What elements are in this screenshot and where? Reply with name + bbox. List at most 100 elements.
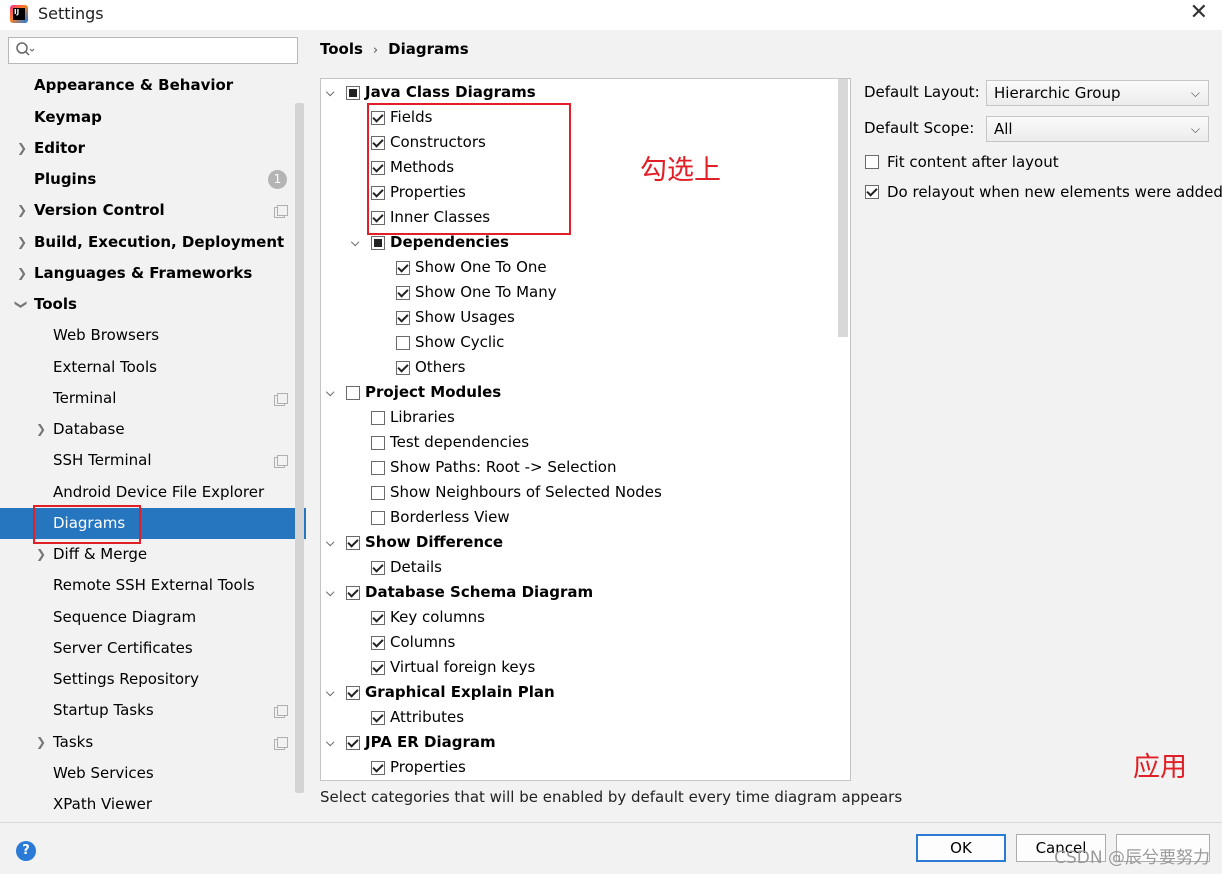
chevron-right-icon[interactable]: ❯ [36,414,46,445]
sidebar-item-android-device-file-explorer[interactable]: Android Device File Explorer [0,477,290,508]
search-input[interactable] [39,40,289,60]
chevron-down-icon: ⌵ [1190,86,1200,100]
tree-row-checkbox[interactable] [346,586,360,600]
tree-row-checkbox[interactable] [371,436,385,450]
tree-row[interactable]: ⌵ Project Modules [321,380,831,405]
tree-row-label: Database Schema Diagram [365,583,594,601]
tree-row[interactable]: Virtual foreign keys [321,655,831,680]
tree-row[interactable]: Test dependencies [321,430,831,455]
tree-row-checkbox[interactable] [346,86,360,100]
tree-row[interactable]: Show Neighbours of Selected Nodes [321,480,831,505]
tree-row-checkbox[interactable] [396,336,410,350]
sidebar-item-remote-ssh-external-tools[interactable]: Remote SSH External Tools [0,570,290,601]
tree-row[interactable]: Borderless View [321,505,831,530]
help-icon[interactable]: ? [16,841,36,861]
chevron-down-icon[interactable]: ⌵ [326,530,340,555]
tree-row[interactable]: ⌵ Database Schema Diagram [321,580,831,605]
tree-row-checkbox[interactable] [396,261,410,275]
tree-row[interactable]: Show Paths: Root -> Selection [321,455,831,480]
tree-row[interactable]: Details [321,555,831,580]
tree-row[interactable]: Attributes [321,705,831,730]
sidebar-item-build-execution-deployment[interactable]: ❯ Build, Execution, Deployment [0,227,290,258]
default-layout-select[interactable]: Hierarchic Group ⌵ [986,80,1209,106]
chevron-down-icon[interactable]: ❯ [6,299,37,309]
sidebar-item-server-certificates[interactable]: Server Certificates [0,633,290,664]
tree-row-checkbox[interactable] [396,286,410,300]
default-layout-value: Hierarchic Group [994,84,1121,102]
tree-row[interactable]: ⌵ Graphical Explain Plan [321,680,831,705]
tree-row-checkbox[interactable] [371,611,385,625]
chevron-right-icon[interactable]: ❯ [17,133,27,164]
tree-row-checkbox[interactable] [371,711,385,725]
chevron-right-icon[interactable]: ❯ [17,227,27,258]
sidebar-item-xpath-viewer[interactable]: XPath Viewer [0,789,290,820]
sidebar-item-terminal[interactable]: Terminal [0,383,290,414]
relayout-checkbox[interactable] [865,185,879,199]
tree-row-checkbox[interactable] [371,761,385,775]
tree-row-checkbox[interactable] [371,411,385,425]
sidebar-item-version-control[interactable]: ❯ Version Control [0,195,290,226]
sidebar-item-plugins[interactable]: Plugins [0,164,290,195]
tree-row-label: Show Neighbours of Selected Nodes [390,483,662,501]
sidebar-item-sequence-diagram[interactable]: Sequence Diagram [0,602,290,633]
tree-row-label: Properties [390,758,466,776]
sidebar-item-external-tools[interactable]: External Tools [0,352,290,383]
breadcrumb-current: Diagrams [388,40,469,58]
sidebar-item-settings-repository[interactable]: Settings Repository [0,664,290,695]
tree-row-checkbox[interactable] [346,386,360,400]
chevron-down-icon[interactable]: ⌵ [351,230,365,255]
sidebar-item-tools[interactable]: ❯ Tools [0,289,290,320]
tree-row-checkbox[interactable] [371,486,385,500]
tree-row-checkbox[interactable] [346,536,360,550]
sidebar-scrollbar[interactable] [295,103,304,793]
ok-button[interactable]: OK [916,834,1006,862]
tree-row[interactable]: Others [321,355,831,380]
tree-row[interactable]: Columns [321,630,831,655]
tree-row[interactable]: Libraries [321,405,831,430]
tree-row-checkbox[interactable] [396,361,410,375]
sidebar-item-keymap[interactable]: Keymap [0,102,290,133]
tree-row-checkbox[interactable] [371,461,385,475]
tree-row-checkbox[interactable] [371,511,385,525]
sidebar-item-startup-tasks[interactable]: Startup Tasks [0,695,290,726]
annotation-box-checked-items [367,103,571,235]
sidebar-item-database[interactable]: ❯ Database [0,414,290,445]
chevron-down-icon[interactable]: ⌵ [326,580,340,605]
sidebar-item-appearance-behavior[interactable]: Appearance & Behavior [0,70,290,101]
tree-row[interactable]: Show One To One [321,255,831,280]
tree-row-checkbox[interactable] [371,561,385,575]
search-box[interactable] [8,37,298,64]
default-scope-select[interactable]: All ⌵ [986,116,1209,142]
tree-row-checkbox[interactable] [371,236,385,250]
tree-row[interactable]: ⌵ Java Class Diagrams [321,80,831,105]
tree-row-checkbox[interactable] [346,686,360,700]
chevron-right-icon[interactable]: ❯ [17,195,27,226]
tree-row[interactable]: ⌵ JPA ER Diagram [321,730,831,755]
chevron-down-icon[interactable]: ⌵ [326,730,340,755]
sidebar-item-web-browsers[interactable]: Web Browsers [0,320,290,351]
sidebar-item-languages-frameworks[interactable]: ❯ Languages & Frameworks [0,258,290,289]
sidebar-item-ssh-terminal[interactable]: SSH Terminal [0,445,290,476]
tree-row-checkbox[interactable] [396,311,410,325]
chevron-right-icon[interactable]: ❯ [36,727,46,758]
breadcrumb-parent[interactable]: Tools [320,40,363,58]
close-icon[interactable]: ✕ [1190,2,1208,24]
fit-content-checkbox[interactable] [865,155,879,169]
chevron-down-icon[interactable]: ⌵ [326,80,340,105]
tree-row-checkbox[interactable] [371,636,385,650]
tree-row-checkbox[interactable] [346,736,360,750]
tree-scrollbar[interactable] [838,79,848,337]
sidebar-item-web-services[interactable]: Web Services [0,758,290,789]
tree-row[interactable]: ⌵ Show Difference [321,530,831,555]
chevron-down-icon[interactable]: ⌵ [326,380,340,405]
chevron-right-icon[interactable]: ❯ [17,258,27,289]
sidebar-item-tasks[interactable]: ❯ Tasks [0,727,290,758]
tree-row[interactable]: Show One To Many [321,280,831,305]
tree-row[interactable]: Properties [321,755,831,780]
chevron-down-icon[interactable]: ⌵ [326,680,340,705]
tree-row[interactable]: Show Usages [321,305,831,330]
sidebar-item-editor[interactable]: ❯ Editor [0,133,290,164]
tree-row[interactable]: Key columns [321,605,831,630]
tree-row[interactable]: Show Cyclic [321,330,831,355]
tree-row-checkbox[interactable] [371,661,385,675]
